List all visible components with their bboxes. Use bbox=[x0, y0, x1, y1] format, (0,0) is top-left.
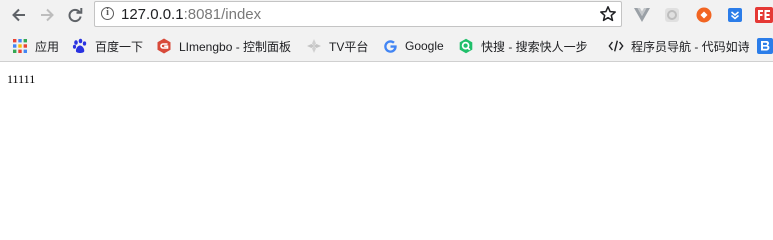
blue-download-extension-icon bbox=[728, 8, 742, 22]
orange-extension-icon bbox=[696, 7, 712, 23]
bookmark-overflow-partial[interactable] bbox=[757, 37, 773, 55]
page-body-text: 11111 bbox=[7, 72, 36, 86]
url-host: 127.0.0.1 bbox=[121, 6, 184, 23]
back-button[interactable] bbox=[8, 4, 30, 26]
kuaisou-icon bbox=[458, 38, 474, 54]
bookmark-tv-platform[interactable]: TV平台 bbox=[306, 37, 368, 55]
bookmark-programmer-nav[interactable]: 程序员导航 - 代码如诗 bbox=[608, 37, 749, 55]
fe-helper-icon bbox=[755, 7, 773, 23]
forward-arrow-icon bbox=[41, 8, 54, 22]
vue-devtools-icon bbox=[634, 8, 650, 22]
bookmark-limengbo-panel[interactable]: LImengbo - 控制面板 bbox=[156, 37, 291, 55]
tv-platform-icon bbox=[306, 38, 322, 54]
apps-grid-icon bbox=[12, 38, 28, 54]
bookmark-apps[interactable]: 应用 bbox=[12, 37, 59, 55]
page-content: 11111 bbox=[0, 62, 773, 200]
address-bar[interactable]: i 127.0.0.1:8081/index bbox=[94, 1, 622, 27]
bookmarks-bar: 应用 百度一下 LImengbo - 控制面板 TV平台 Google 快搜 -… bbox=[0, 30, 773, 62]
bookmark-label: LImengbo - 控制面板 bbox=[179, 39, 291, 54]
bookmark-label: Google bbox=[405, 39, 444, 53]
baidu-paw-icon bbox=[72, 38, 88, 54]
browser-window: i 127.0.0.1:8081/index 应用 百度一下 LImengbo … bbox=[0, 0, 773, 200]
bookmark-label: 程序员导航 - 代码如诗 bbox=[631, 39, 749, 54]
bookmark-label: TV平台 bbox=[329, 39, 369, 54]
google-icon bbox=[382, 38, 398, 54]
blue-bookmark-icon bbox=[757, 38, 773, 54]
forward-button[interactable] bbox=[36, 4, 58, 26]
reload-button[interactable] bbox=[64, 4, 86, 26]
bookmark-label: 快搜 - 搜索快人一步 bbox=[481, 39, 588, 54]
extension-gear-icon bbox=[665, 8, 679, 22]
url-text[interactable]: 127.0.0.1:8081/index bbox=[121, 6, 261, 23]
fe-helper-extension[interactable] bbox=[755, 5, 773, 25]
code-brackets-icon bbox=[608, 38, 624, 54]
back-arrow-icon bbox=[12, 8, 25, 22]
url-path: :8081/index bbox=[183, 6, 262, 23]
bookmark-kuaisou[interactable]: 快搜 - 搜索快人一步 bbox=[458, 37, 595, 55]
browser-toolbar: i 127.0.0.1:8081/index bbox=[0, 0, 773, 30]
reload-icon bbox=[68, 8, 83, 23]
gear-extension[interactable] bbox=[662, 5, 682, 25]
bookmark-google[interactable]: Google bbox=[382, 37, 444, 55]
blue-download-extension[interactable] bbox=[725, 5, 745, 25]
vue-devtools-extension[interactable] bbox=[632, 5, 652, 25]
bookmark-label: 应用 bbox=[35, 39, 60, 54]
orange-extension[interactable] bbox=[694, 5, 714, 25]
bookmark-label: 百度一下 bbox=[95, 39, 144, 54]
site-info-icon[interactable]: i bbox=[101, 7, 114, 20]
bookmark-star-icon[interactable] bbox=[599, 5, 617, 23]
gitee-icon bbox=[156, 38, 172, 54]
bookmark-baidu[interactable]: 百度一下 bbox=[72, 37, 143, 55]
